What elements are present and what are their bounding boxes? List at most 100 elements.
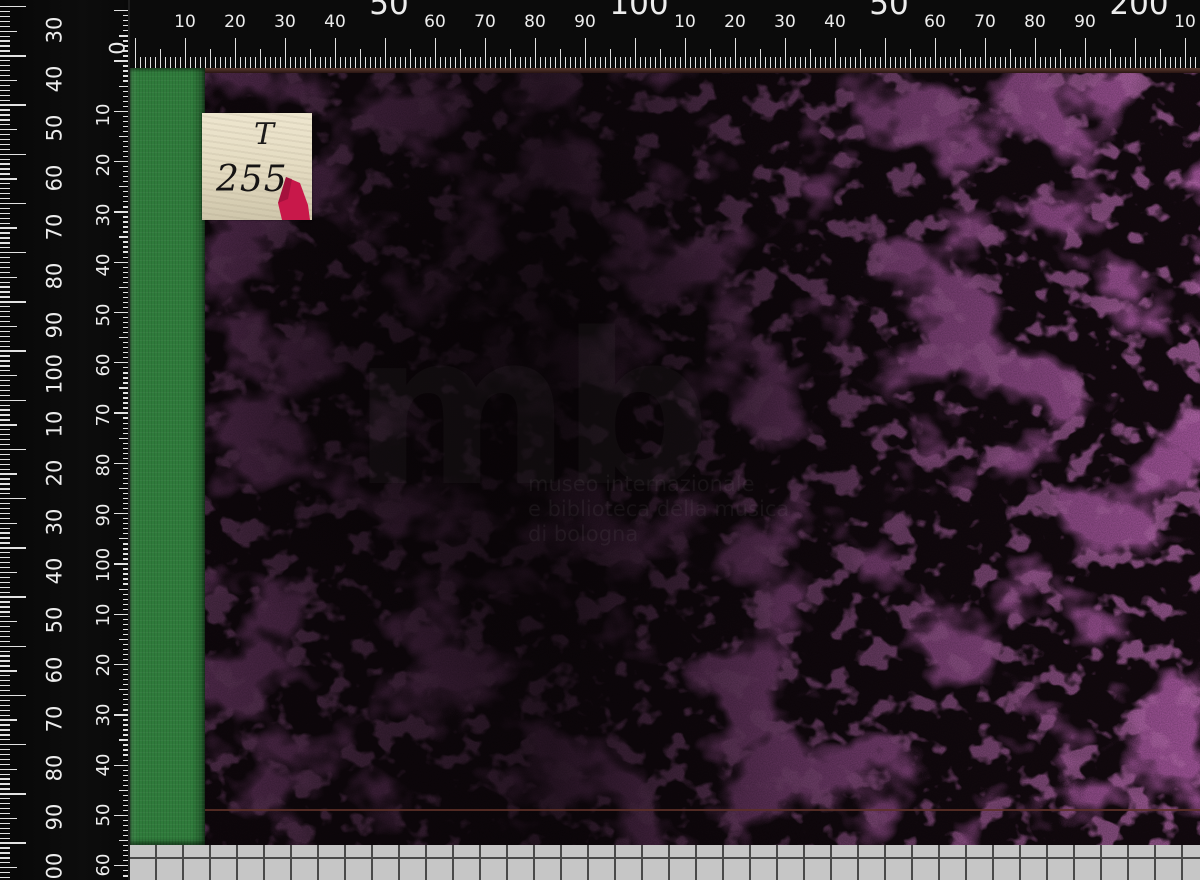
ruler-tick — [0, 404, 10, 406]
ruler-tick — [123, 145, 128, 148]
ruler-tick — [0, 601, 10, 603]
ruler-tick — [1185, 38, 1187, 68]
ruler-tick — [114, 513, 128, 515]
ruler-tick — [0, 453, 10, 456]
ruler-tick — [0, 429, 10, 431]
ruler-tick — [985, 38, 987, 68]
ruler-tick — [670, 57, 672, 68]
ruler-tick — [123, 754, 128, 756]
ruler-tick — [0, 15, 10, 18]
ruler-tick — [205, 57, 207, 68]
ruler-tick — [550, 57, 552, 68]
ruler-tick — [0, 148, 10, 151]
ruler-tick — [665, 57, 667, 68]
ruler-tick — [123, 251, 128, 253]
ruler-tick — [0, 734, 10, 736]
ruler-tick — [465, 57, 467, 68]
ruler-tick — [0, 793, 26, 795]
ruler-tick — [0, 803, 10, 805]
ruler-tick — [970, 57, 972, 68]
ruler-tick — [123, 684, 128, 686]
ruler-tick — [123, 100, 128, 102]
ruler-tick — [0, 586, 10, 588]
ruler-label: 70 — [973, 12, 997, 32]
ruler-tick — [170, 57, 172, 68]
ruler-tick — [1165, 57, 1167, 68]
ruler-tick — [0, 119, 10, 121]
ruler-tick — [123, 246, 128, 248]
ruler-tick — [0, 753, 10, 756]
ruler-tick — [650, 57, 652, 68]
ruler-label: 30 — [93, 203, 114, 227]
ruler-tick — [114, 613, 128, 615]
ruler-tick — [865, 57, 867, 68]
ruler-tick — [123, 467, 128, 470]
ruler-tick — [0, 266, 10, 269]
ruler-tick — [0, 635, 10, 638]
ruler-tick — [123, 834, 128, 837]
ruler-tick — [1095, 57, 1097, 68]
ruler-tick — [123, 633, 128, 636]
ruler-tick — [0, 20, 10, 23]
ruler-tick — [0, 576, 10, 579]
ruler-tick — [0, 222, 10, 224]
ruler-tick — [1150, 57, 1152, 68]
ruler-tick — [0, 655, 10, 657]
ruler-tick — [0, 788, 10, 790]
ruler-tick — [123, 729, 128, 731]
ruler-tick — [0, 660, 10, 662]
ruler-tick — [123, 508, 128, 510]
ruler-tick — [180, 57, 182, 68]
ruler-label: 80 — [523, 12, 547, 32]
ruler-tick — [945, 57, 947, 68]
ruler-tick — [123, 824, 128, 827]
ruler-tick — [570, 57, 572, 68]
ruler-tick — [0, 724, 10, 726]
ruler-tick — [123, 583, 128, 585]
ruler-tick — [119, 35, 128, 37]
ruler-tick — [1115, 57, 1117, 68]
ruler-tick — [990, 57, 992, 68]
ruler-tick — [1010, 49, 1012, 68]
ruler-label: 90 — [93, 503, 114, 527]
ruler-tick — [0, 862, 10, 864]
ruler-tick — [123, 804, 128, 807]
ruler-tick — [0, 847, 10, 849]
ruler-tick — [290, 57, 292, 68]
ruler-tick — [875, 57, 877, 68]
ruler-tick — [0, 517, 10, 520]
ruler-tick — [0, 40, 10, 42]
ruler-tick — [114, 160, 128, 163]
ruler-tick — [114, 10, 128, 12]
ruler-tick — [0, 129, 17, 131]
ruler-tick — [123, 799, 128, 802]
ruler-tick — [320, 57, 322, 68]
ruler-tick — [620, 57, 622, 68]
ruler-label: 30 — [42, 16, 67, 44]
watermark-line: museo internazionale — [528, 472, 755, 496]
ruler-tick — [114, 362, 128, 364]
ruler-tick — [123, 382, 128, 384]
watermark-line: di bologna — [528, 522, 639, 546]
ruler-tick — [0, 30, 17, 32]
ruler-tick — [0, 596, 26, 598]
ruler-tick — [1105, 57, 1107, 68]
ruler-tick — [123, 191, 128, 193]
ruler-tick — [123, 860, 128, 862]
ruler-tick — [123, 578, 128, 580]
ruler-tick — [155, 57, 157, 68]
ruler-tick — [0, 217, 10, 219]
ruler-tick — [0, 699, 10, 702]
ruler-tick — [119, 789, 128, 792]
ruler-tick — [0, 822, 10, 825]
shelf-label-letter: T — [254, 117, 275, 152]
ruler-tick — [165, 57, 167, 68]
ruler-tick — [0, 621, 17, 623]
ruler-tick — [123, 347, 128, 349]
ruler-tick — [0, 394, 10, 397]
ruler-tick — [0, 70, 10, 72]
ruler-tick — [123, 628, 128, 631]
ruler-tick — [725, 57, 727, 68]
ruler-tick — [0, 493, 10, 495]
ruler-tick — [0, 685, 10, 687]
